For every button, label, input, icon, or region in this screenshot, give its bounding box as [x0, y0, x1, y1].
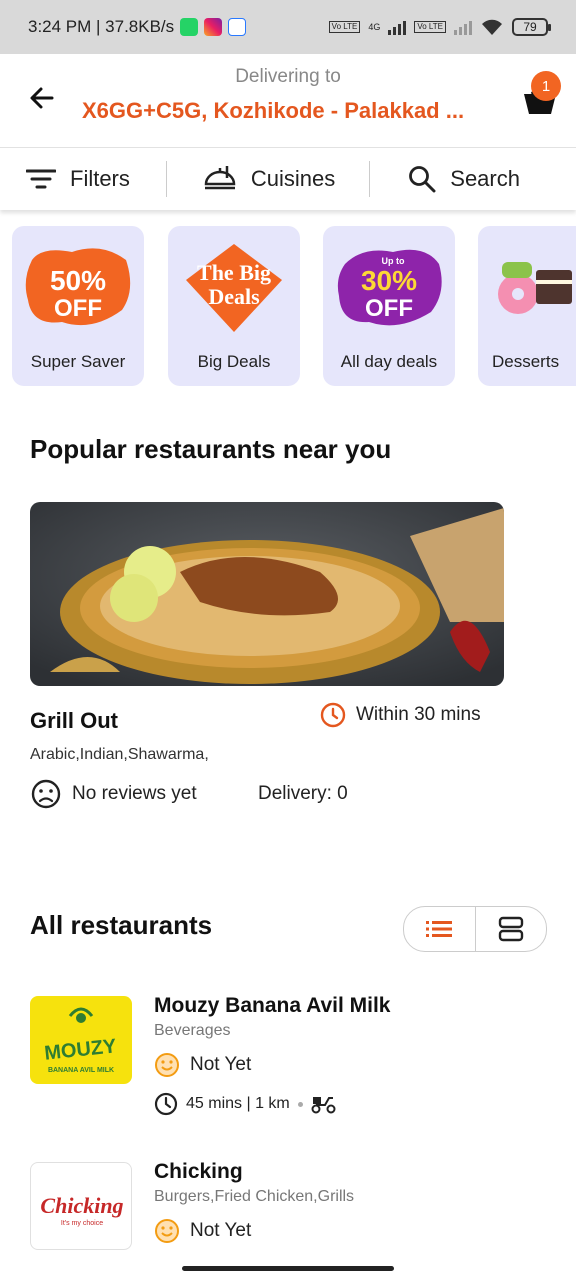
offer-carousel: 50% OFF Super Saver The Big Deals Big De… — [0, 226, 576, 388]
mouzy-logo: MOUZY BANANA AVIL MILK — [43, 1007, 118, 1074]
sad-face-icon — [31, 779, 61, 809]
app-header: Delivering to X6GG+C5G, Kozhikode - Pala… — [0, 54, 576, 148]
clock-icon — [320, 702, 346, 728]
restaurant-cuisine: Beverages — [154, 1022, 231, 1039]
filter-lines-icon — [26, 169, 56, 189]
restaurant-logo: MOUZY BANANA AVIL MILK — [30, 996, 132, 1084]
wifi-icon — [482, 19, 502, 35]
offer-card-big-deals[interactable]: The Big Deals Big Deals — [168, 226, 300, 386]
offer-card-all-day-deals[interactable]: Up to 30% OFF All day deals — [323, 226, 455, 386]
review-status: No reviews yet — [30, 778, 197, 810]
volte-badge: Vo LTE — [328, 21, 361, 33]
popular-section-title: Popular restaurants near you — [30, 434, 392, 464]
restaurant-list-item[interactable]: Chicking It's my choice Chicking Burgers… — [30, 1160, 550, 1280]
restaurant-meta: 45 mins | 1 km — [154, 1092, 337, 1116]
divider — [369, 161, 371, 197]
svg-text:It's my choice: It's my choice — [61, 1220, 103, 1227]
home-indicator[interactable] — [182, 1266, 394, 1271]
smiley-icon — [155, 1219, 179, 1243]
smiley-icon — [155, 1053, 179, 1077]
card-view-button[interactable] — [474, 907, 547, 951]
offer-30-off-icon: Up to 30% OFF — [337, 249, 442, 326]
network-label: 4G — [368, 22, 381, 32]
volte-badge-2: Vo LTE — [414, 21, 446, 33]
svg-text:The Big: The Big — [197, 260, 271, 285]
battery-icon: 79 — [512, 18, 551, 36]
view-toggle — [403, 906, 547, 952]
delivery-fee: Delivery: 0 — [258, 783, 348, 804]
signal-icon-2 — [454, 19, 472, 35]
biryani-food-image — [30, 502, 504, 686]
search-button[interactable]: Search — [408, 165, 520, 193]
svg-text:OFF: OFF — [365, 295, 413, 322]
restaurant-cuisine: Burgers,Fried Chicken,Grills — [154, 1188, 355, 1205]
search-icon — [409, 166, 436, 193]
dessert-icon — [498, 262, 572, 314]
instagram-icon — [204, 18, 223, 36]
restaurant-cuisines: Arabic,Indian,Shawarma, — [30, 746, 209, 763]
cuisines-button[interactable]: Cuisines — [203, 162, 335, 196]
delivery-address[interactable]: X6GG+C5G, Kozhikode - Palakkad ... — [82, 98, 502, 124]
cuisines-label: Cuisines — [250, 166, 336, 191]
clock-icon — [154, 1092, 178, 1116]
signal-icon — [388, 19, 407, 35]
offer-label: All day deals — [340, 352, 438, 371]
back-arrow-icon — [30, 87, 54, 109]
svg-text:Deals: Deals — [208, 284, 260, 309]
svg-text:OFF: OFF — [54, 295, 102, 322]
delivery-scooter-icon — [311, 1097, 336, 1114]
offer-50-off-icon: 50% OFF — [25, 248, 131, 326]
filters-label: Filters — [70, 166, 130, 191]
time-distance-text: 45 mins | 1 km — [186, 1095, 290, 1112]
delivery-time-text: Within 30 mins — [356, 704, 481, 725]
offer-label: Desserts — [492, 352, 560, 371]
cuisine-dish-icon — [204, 166, 236, 190]
restaurant-name: Mouzy Banana Avil Milk — [154, 994, 391, 1017]
cart-count-badge: 1 — [531, 71, 561, 101]
restaurant-rating: Not Yet — [154, 1052, 251, 1078]
offer-label: Super Saver — [30, 352, 126, 371]
restaurant-name[interactable]: Grill Out — [30, 708, 118, 734]
rating-text: Not Yet — [190, 1220, 252, 1241]
restaurant-rating: Not Yet — [154, 1218, 251, 1244]
delivery-time: Within 30 mins — [320, 702, 481, 728]
search-label: Search — [450, 166, 520, 191]
svg-text:MOUZY: MOUZY — [43, 1035, 118, 1064]
offer-card-super-saver[interactable]: 50% OFF Super Saver — [12, 226, 144, 386]
restaurant-list-item[interactable]: MOUZY BANANA AVIL MILK Mouzy Banana Avil… — [30, 994, 550, 1126]
divider — [165, 161, 167, 197]
offer-card-desserts[interactable]: Desserts — [478, 226, 576, 386]
offer-big-deals-icon: The Big Deals — [186, 244, 282, 332]
status-bar: 3:24 PM | 37.8KB/s Vo LTE 4G Vo LTE 79 — [0, 0, 576, 54]
rating-text: Not Yet — [190, 1054, 252, 1075]
svg-text:50%: 50% — [50, 265, 106, 296]
delivering-label: Delivering to — [235, 66, 341, 87]
svg-text:Chicking: Chicking — [40, 1193, 123, 1218]
phone-icon — [228, 18, 247, 36]
svg-text:30%: 30% — [361, 265, 417, 296]
chicking-logo: Chicking It's my choice — [40, 1193, 123, 1227]
all-restaurants-title: All restaurants — [30, 910, 213, 940]
list-view-button[interactable] — [404, 907, 475, 951]
filters-button[interactable]: Filters — [26, 166, 130, 192]
list-view-icon — [426, 921, 453, 937]
card-view-icon — [498, 916, 523, 942]
status-time-speed: 3:24 PM | 37.8KB/s — [28, 17, 175, 36]
restaurant-name: Chicking — [154, 1160, 243, 1183]
filter-bar: Filters Cuisines Search — [0, 148, 576, 210]
svg-text:BANANA AVIL MILK: BANANA AVIL MILK — [48, 1067, 114, 1074]
whatsapp-icon — [180, 18, 199, 36]
restaurant-feature-image[interactable] — [30, 502, 504, 686]
offer-label: Big Deals — [197, 352, 271, 371]
reviews-text: No reviews yet — [72, 783, 197, 804]
separator-dot — [297, 1101, 303, 1107]
restaurant-logo: Chicking It's my choice — [30, 1162, 132, 1250]
